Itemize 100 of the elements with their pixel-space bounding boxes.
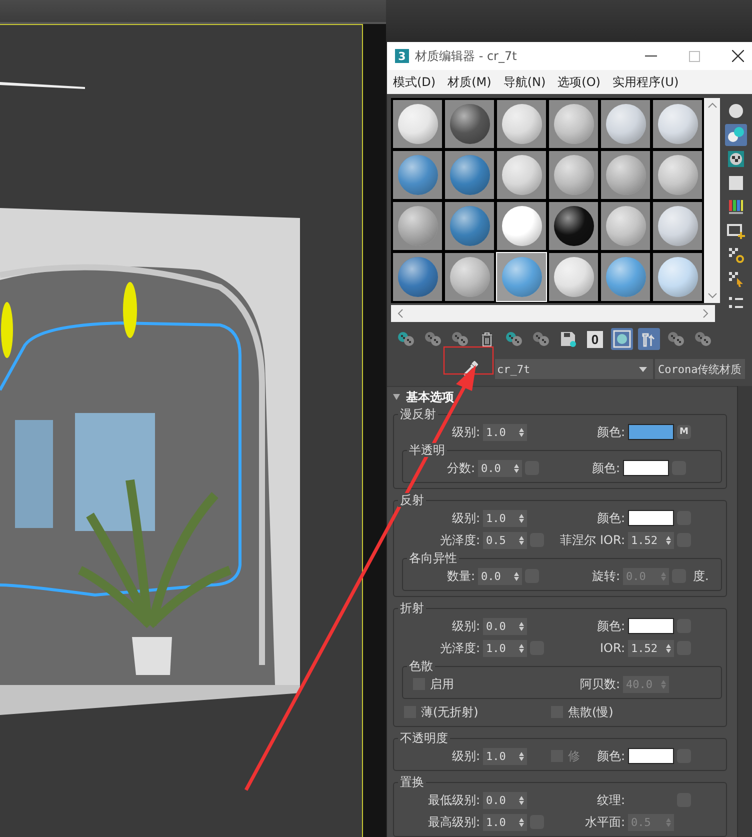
close-icon[interactable] — [732, 50, 744, 62]
material-slot[interactable] — [496, 201, 547, 251]
field-label: 水平面: — [584, 814, 625, 830]
sidebar-tool-button[interactable] — [725, 124, 747, 146]
color-swatch[interactable] — [628, 510, 674, 526]
field-label: 颜色: — [592, 460, 620, 476]
material-slot[interactable] — [444, 99, 495, 149]
spinner-field[interactable]: 0.0 — [478, 568, 522, 584]
material-slot[interactable] — [444, 201, 495, 251]
material-slot[interactable] — [652, 252, 703, 302]
toolbar-button[interactable] — [638, 328, 660, 350]
dropdown-caret-icon — [639, 366, 647, 372]
window-title: 材质编辑器 - cr_7t — [415, 48, 518, 64]
rollout-title[interactable]: 基本选项 — [406, 388, 454, 406]
color-swatch[interactable] — [628, 748, 674, 764]
material-slot[interactable] — [600, 201, 651, 251]
scroll-up-icon[interactable] — [708, 102, 716, 108]
color-swatch[interactable] — [628, 618, 674, 634]
spinner-field[interactable]: 0.0 — [483, 792, 527, 808]
checkbox[interactable]: 焦散(慢) — [551, 704, 722, 720]
spinner-field[interactable]: 1.52 — [628, 532, 674, 548]
checkbox-label: 启用 — [430, 676, 454, 692]
spinner-arrows-icon[interactable] — [519, 752, 524, 760]
spinner-field[interactable]: 1.52 — [628, 640, 674, 656]
checker-spheres-icon — [667, 330, 685, 348]
material-slot[interactable] — [600, 99, 651, 149]
menu-item[interactable]: 材质(M) — [448, 74, 492, 90]
field-label: 数量: — [446, 568, 475, 584]
spheres-icon — [727, 126, 745, 144]
spinner-field[interactable]: 1.0 — [483, 748, 527, 764]
color-swatch[interactable] — [623, 460, 669, 476]
spinner-field[interactable]: 1.0 — [483, 640, 527, 656]
material-slot[interactable] — [548, 252, 599, 302]
material-slot[interactable] — [652, 201, 703, 251]
minimize-icon[interactable] — [645, 55, 657, 57]
highlight-rectangle — [443, 346, 494, 375]
horizontal-scrollbar[interactable] — [391, 305, 715, 322]
checkbox[interactable]: 启用 — [407, 676, 543, 692]
field-label: 纹理: — [596, 792, 625, 808]
group-title: 不透明度 — [398, 731, 450, 745]
menu-item[interactable]: 模式(D) — [393, 74, 436, 90]
spinner-arrows-icon[interactable] — [519, 644, 524, 652]
scroll-left-icon[interactable] — [397, 309, 403, 318]
spinner-arrows-icon[interactable] — [514, 464, 519, 472]
panel-scrollbar[interactable] — [737, 386, 752, 837]
material-slot[interactable] — [600, 252, 651, 302]
spinner-arrows-icon[interactable] — [519, 428, 524, 436]
material-slot[interactable] — [652, 150, 703, 200]
square-icon — [727, 174, 745, 192]
field-label: 最低级别: — [428, 792, 480, 808]
material-slot[interactable] — [548, 150, 599, 200]
menu-item[interactable]: 导航(N) — [503, 74, 546, 90]
spinner-field[interactable]: 1.0 — [483, 814, 527, 830]
scroll-down-icon[interactable] — [708, 293, 716, 299]
checker-gear-icon — [727, 246, 745, 264]
spinner-arrows-icon[interactable] — [519, 622, 524, 630]
checker-spheres-icon — [505, 330, 523, 348]
spinner-field[interactable]: 0.0 — [483, 618, 527, 634]
vertical-scrollbar[interactable] — [704, 98, 720, 303]
spinner-arrows-icon[interactable] — [519, 536, 524, 544]
spinner-field[interactable]: 0.0 — [478, 460, 522, 476]
material-slot[interactable] — [652, 99, 703, 149]
material-slot[interactable] — [444, 252, 495, 302]
menu-item[interactable]: 实用程序(U) — [612, 74, 679, 90]
material-slot[interactable] — [548, 201, 599, 251]
app-icon: 3 — [395, 49, 409, 63]
toolbar-button[interactable] — [611, 328, 633, 350]
material-slot[interactable] — [600, 150, 651, 200]
color-swatch[interactable] — [628, 424, 674, 440]
material-slot[interactable] — [392, 252, 443, 302]
spinner-field[interactable]: 1.0 — [483, 424, 527, 440]
checkbox[interactable]: 薄(无折射) — [398, 704, 548, 720]
material-slot[interactable] — [496, 150, 547, 200]
spinner-arrows-icon[interactable] — [519, 796, 524, 804]
material-type-button[interactable]: Corona传统材质 — [655, 359, 745, 379]
menu-item[interactable]: 选项(O) — [558, 74, 600, 90]
material-slot[interactable] — [392, 201, 443, 251]
scroll-right-icon[interactable] — [703, 309, 709, 318]
spinner-field[interactable]: 1.0 — [483, 510, 527, 526]
checker-spheres-icon — [424, 330, 442, 348]
map-button[interactable]: M — [677, 425, 691, 439]
eyedropper-icon — [462, 361, 478, 377]
spinner-arrows-icon[interactable] — [666, 644, 671, 652]
checker-spheres-icon — [397, 330, 415, 348]
checker-cursor-icon — [727, 270, 745, 288]
material-slot[interactable] — [548, 99, 599, 149]
field-label: 级别: — [452, 424, 480, 440]
sidebar-tool-button[interactable] — [725, 148, 747, 170]
checkbox-label: 焦散(慢) — [568, 704, 614, 720]
material-slot[interactable] — [496, 99, 547, 149]
spinner-arrows-icon[interactable] — [666, 536, 671, 544]
collapse-triangle-icon[interactable] — [393, 394, 400, 400]
material-slot[interactable] — [444, 150, 495, 200]
material-slot[interactable] — [392, 99, 443, 149]
material-slot[interactable] — [392, 150, 443, 200]
material-name-field[interactable]: cr_7t — [495, 359, 653, 379]
spinner-arrows-icon[interactable] — [514, 572, 519, 580]
spinner-arrows-icon[interactable] — [519, 818, 524, 826]
spinner-field[interactable]: 0.5 — [483, 532, 527, 548]
spinner-arrows-icon[interactable] — [519, 514, 524, 522]
